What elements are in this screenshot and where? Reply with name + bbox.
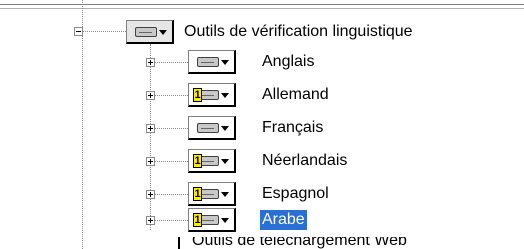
install-on-first-use-icon: 1: [193, 187, 202, 201]
dropdown-arrow-icon: [221, 218, 229, 223]
tree-node-label: Allemand: [262, 86, 329, 103]
hard-drive-icon: [135, 27, 157, 37]
dropdown-arrow-icon: [221, 93, 229, 98]
tree-node-label: Français: [262, 119, 324, 136]
collapse-toggle[interactable]: [74, 27, 83, 36]
tree-node-label: Néerlandais: [262, 152, 348, 169]
install-option-button[interactable]: [126, 20, 174, 44]
tree-connector: [150, 95, 188, 96]
expand-toggle[interactable]: [146, 157, 155, 166]
tree-connector: [150, 161, 188, 162]
install-on-first-use-icon: 1: [193, 154, 202, 168]
install-option-button[interactable]: [188, 50, 236, 74]
install-on-first-use-icon: 1: [193, 213, 202, 227]
hard-drive-icon: [197, 123, 219, 133]
dropdown-arrow-icon: [159, 30, 167, 35]
hard-drive-icon: [197, 57, 219, 67]
install-option-button[interactable]: 1: [188, 182, 236, 206]
tree-node-child[interactable]: Français: [0, 114, 524, 142]
tree-node-child[interactable]: 1 Arabe: [0, 206, 524, 234]
install-option-button[interactable]: [188, 116, 236, 140]
expand-toggle[interactable]: [146, 216, 155, 225]
install-option-button[interactable]: 1: [188, 149, 236, 173]
tree-connector: [150, 128, 188, 129]
tree-node-label: Outils de vérification linguistique: [184, 23, 413, 40]
install-on-first-use-icon: 1: [193, 88, 202, 102]
tree-node-child[interactable]: 1 Néerlandais: [0, 147, 524, 175]
dropdown-arrow-icon: [221, 126, 229, 131]
expand-toggle[interactable]: [146, 124, 155, 133]
dropdown-arrow-icon: [221, 60, 229, 65]
top-border-inner: [0, 8, 524, 9]
dropdown-arrow-icon: [221, 159, 229, 164]
tree-node-cut-off[interactable]: Outils de téléchargement Web: [178, 237, 524, 249]
tree-node-label: Outils de téléchargement Web: [192, 237, 407, 249]
expand-toggle[interactable]: [146, 91, 155, 100]
tree-node-label: Espagnol: [262, 185, 329, 202]
tree-node-parent[interactable]: Outils de vérification linguistique: [0, 18, 524, 46]
tree-node-child[interactable]: 1 Espagnol: [0, 180, 524, 208]
top-border: [0, 4, 524, 5]
tree-node-label-selected: Arabe: [260, 210, 307, 230]
tree-node-child[interactable]: Anglais: [0, 48, 524, 76]
tree-connector: [150, 220, 188, 221]
tree-node-label: Anglais: [262, 53, 315, 70]
install-option-button[interactable]: 1: [188, 208, 236, 232]
install-option-button[interactable]: 1: [188, 83, 236, 107]
install-option-button-edge: [178, 237, 180, 249]
tree-connector: [150, 194, 188, 195]
expand-toggle[interactable]: [146, 58, 155, 67]
tree-node-child[interactable]: 1 Allemand: [0, 81, 524, 109]
expand-toggle[interactable]: [146, 190, 155, 199]
dropdown-arrow-icon: [221, 192, 229, 197]
tree-connector: [150, 62, 188, 63]
